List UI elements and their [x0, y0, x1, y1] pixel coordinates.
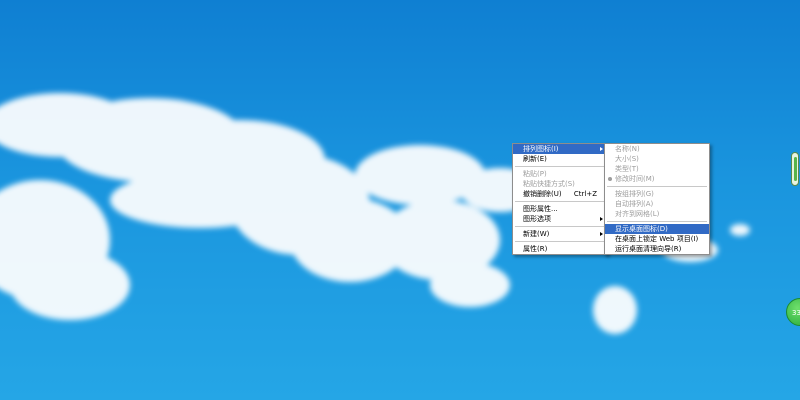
submenu-item-label: 按组排列(G) [615, 190, 654, 198]
submenu-item-label: 类型(T) [615, 165, 639, 173]
menu-separator [607, 186, 707, 187]
context-menu-item-label: 撤销删除(U) [523, 190, 562, 198]
context-menu-item[interactable]: 新建(W) [513, 229, 607, 239]
submenu-item[interactable]: 运行桌面清理向导(R) [605, 244, 709, 254]
menu-separator [515, 201, 605, 202]
submenu-item-label: 对齐到网格(L) [615, 210, 660, 218]
context-menu-item-label: 新建(W) [523, 230, 550, 238]
submenu-item[interactable]: 在桌面上锁定 Web 项目(I) [605, 234, 709, 244]
menu-shortcut: Ctrl+Z [573, 190, 597, 198]
menu-separator [515, 226, 605, 227]
submenu-item: 修改时间(M) [605, 174, 709, 184]
context-menu-item[interactable]: 属性(R) [513, 244, 607, 254]
submenu-item-label: 运行桌面清理向导(R) [615, 245, 682, 253]
context-menu-item[interactable]: 图形属性... [513, 204, 607, 214]
context-menu-item[interactable]: 撤销删除(U) Ctrl+Z [513, 189, 607, 199]
submenu-arrow-icon [600, 232, 603, 236]
submenu-item: 自动排列(A) [605, 199, 709, 209]
submenu-item: 大小(S) [605, 154, 709, 164]
menu-separator [515, 166, 605, 167]
menu-separator [607, 221, 707, 222]
desktop-context-menu: 排列图标(I) 刷新(E) 粘贴(P) 粘贴快捷方式(S) 撤销删除(U) Ctrl+Z 图… [512, 143, 608, 255]
submenu-item: 按组排列(G) [605, 189, 709, 199]
submenu-item: 名称(N) [605, 144, 709, 154]
context-menu-item-label: 粘贴快捷方式(S) [523, 180, 575, 188]
context-menu-item[interactable]: 图形选项 [513, 214, 607, 224]
context-menu-item-label: 图形属性... [523, 205, 558, 213]
submenu-item-label: 大小(S) [615, 155, 639, 163]
context-menu-item-label: 属性(R) [523, 245, 548, 253]
submenu-item-label: 修改时间(M) [615, 175, 655, 183]
submenu-item-label: 显示桌面图标(D) [615, 225, 668, 233]
submenu-item[interactable]: 显示桌面图标(D) [605, 224, 709, 234]
submenu-arrow-icon [600, 217, 603, 221]
side-scroll-handle[interactable] [791, 152, 799, 186]
submenu-item-label: 在桌面上锁定 Web 项目(I) [615, 235, 699, 243]
context-menu-item[interactable]: 排列图标(I) [513, 144, 607, 154]
submenu-item-label: 名称(N) [615, 145, 640, 153]
submenu-arrow-icon [600, 147, 603, 151]
context-menu-item[interactable]: 刷新(E) [513, 154, 607, 164]
radio-bullet-icon [608, 177, 612, 181]
submenu-item: 对齐到网格(L) [605, 209, 709, 219]
context-menu-item-label: 排列图标(I) [523, 145, 559, 153]
context-menu-item-label: 刷新(E) [523, 155, 547, 163]
context-menu-item-label: 图形选项 [523, 215, 551, 223]
context-menu-item-label: 粘贴(P) [523, 170, 547, 178]
arrange-icons-submenu: 名称(N) 大小(S) 类型(T) 修改时间(M) 按组排列(G) 自动排列(A) 对齐到网… [604, 143, 710, 255]
context-menu-item: 粘贴(P) [513, 169, 607, 179]
context-menu-item: 粘贴快捷方式(S) [513, 179, 607, 189]
menu-separator [515, 241, 605, 242]
submenu-item: 类型(T) [605, 164, 709, 174]
submenu-item-label: 自动排列(A) [615, 200, 654, 208]
